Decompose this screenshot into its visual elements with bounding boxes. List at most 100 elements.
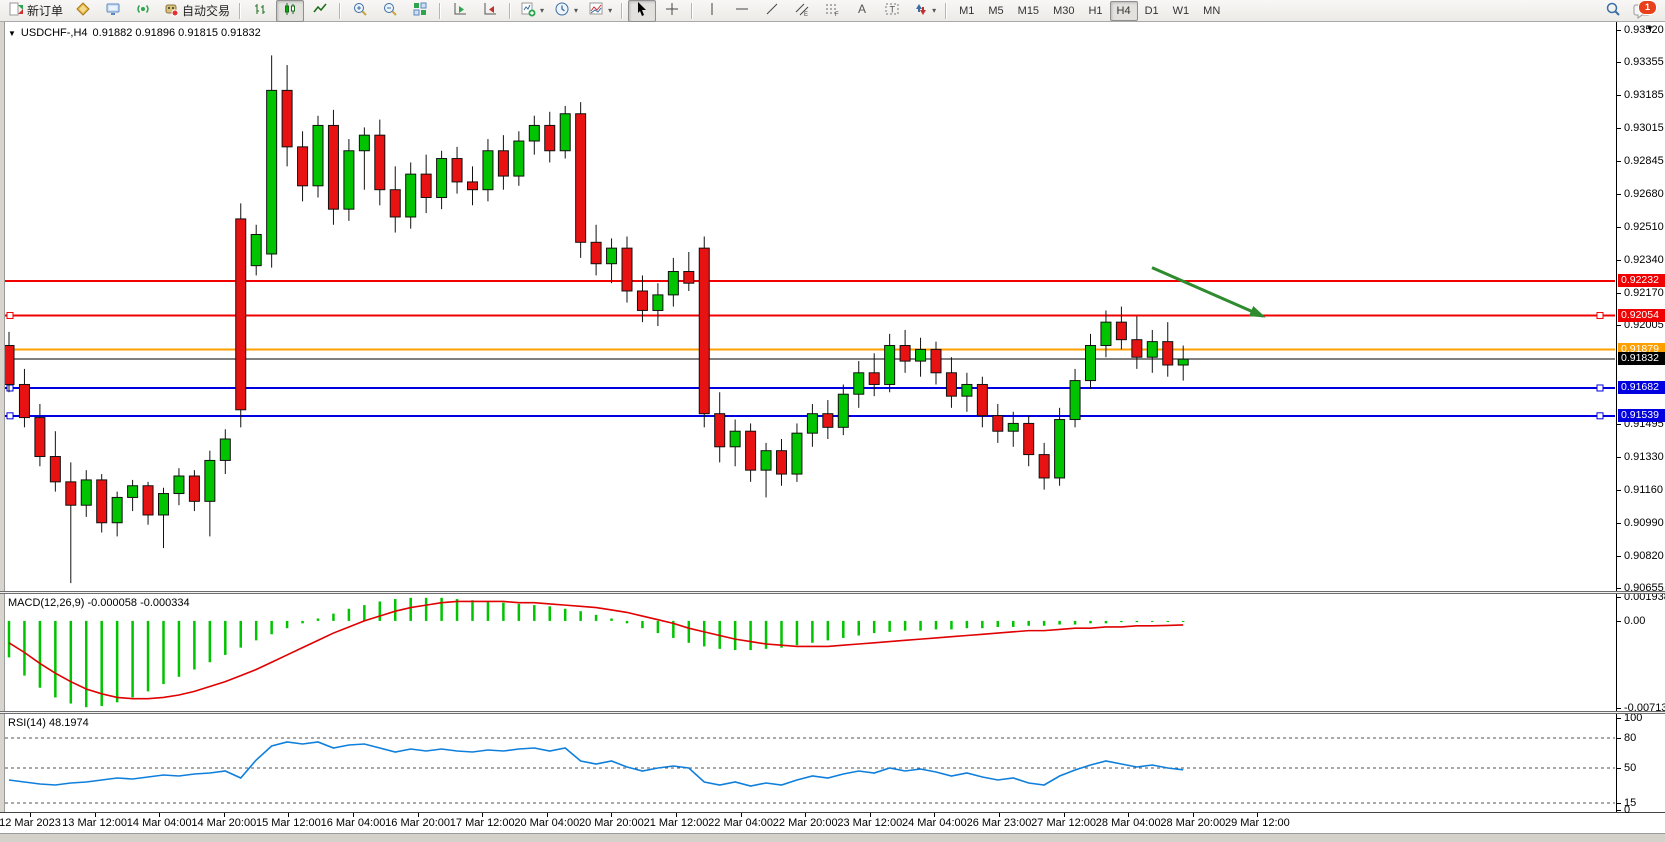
search-button[interactable]: [1599, 0, 1627, 22]
time-label: 13 Mar 12:00: [62, 817, 127, 829]
channel-tool-button[interactable]: E: [788, 0, 816, 22]
timeframe-button-m1[interactable]: M1: [952, 1, 981, 21]
line-chart-icon: [312, 1, 328, 20]
timeframe-group: M1M5M15M30H1H4D1W1MN: [952, 1, 1227, 21]
collapse-triangle-icon[interactable]: ▼: [8, 29, 16, 38]
signal-icon: [135, 1, 151, 20]
macd-axis-tick: 0.00: [1617, 615, 1665, 627]
market-watch-button[interactable]: [69, 0, 97, 22]
new-order-label: 新订单: [27, 2, 63, 19]
vertical-line-tool-button[interactable]: [698, 0, 726, 22]
panel-splitter[interactable]: [0, 591, 1665, 594]
chevron-down-icon: ▾: [540, 6, 544, 15]
timeframe-button-m15[interactable]: M15: [1011, 1, 1046, 21]
trend-arrow: [1152, 268, 1263, 317]
line-endpoint-marker: [1597, 385, 1603, 391]
text-icon: A: [854, 1, 870, 20]
terminal-icon: [105, 1, 121, 20]
toolbar-separator: [945, 3, 947, 19]
panel-splitter[interactable]: [0, 711, 1665, 714]
main-toolbar: 新订单 自动交易: [0, 0, 1665, 22]
search-icon: [1605, 1, 1621, 20]
periods-button[interactable]: ▾: [550, 0, 582, 22]
zoom-in-button[interactable]: [346, 0, 374, 22]
chart-shift-button[interactable]: [476, 0, 504, 22]
price-tick: 0.90990: [1617, 517, 1665, 529]
trendline-icon: [764, 1, 780, 20]
price-tick: 0.93520: [1617, 24, 1665, 36]
zoom-out-button[interactable]: [376, 0, 404, 22]
price-tick: 0.93015: [1617, 122, 1665, 134]
tile-windows-icon: [412, 1, 428, 20]
signals-button[interactable]: [129, 0, 157, 22]
price-tick: 0.91160: [1617, 484, 1665, 496]
price-line-label[interactable]: 0.91832: [1618, 352, 1665, 365]
time-label: 27 Mar 12:00: [1031, 817, 1096, 829]
notification-badge: 1: [1638, 0, 1657, 15]
price-tick: 0.93355: [1617, 56, 1665, 68]
svg-text:T: T: [890, 5, 896, 15]
timeframe-button-mn[interactable]: MN: [1196, 1, 1227, 21]
clock-icon: [554, 1, 570, 20]
timeframe-button-w1[interactable]: W1: [1166, 1, 1197, 21]
candles: [5, 55, 1188, 583]
price-line-label[interactable]: 0.92232: [1618, 274, 1665, 287]
zoom-in-icon: [352, 1, 368, 20]
toolbar-right-group: 1: [1599, 0, 1661, 22]
price-line-label[interactable]: 0.91682: [1618, 381, 1665, 394]
svg-text:E: E: [804, 12, 808, 17]
zoom-out-icon: [382, 1, 398, 20]
toolbar-separator: [509, 3, 511, 19]
text-tool-button[interactable]: A: [848, 0, 876, 22]
trendline-tool-button[interactable]: [758, 0, 786, 22]
cursor-icon: [634, 1, 650, 20]
svg-text:A: A: [858, 2, 866, 16]
label-tool-button[interactable]: T: [878, 0, 906, 22]
arrows-tool-button[interactable]: ▾: [908, 0, 940, 22]
timeframe-button-d1[interactable]: D1: [1138, 1, 1166, 21]
vertical-line-icon: [704, 1, 720, 20]
notifications-button[interactable]: 1: [1633, 1, 1655, 21]
rsi-axis-tick: 80: [1617, 732, 1665, 744]
bar-chart-mode-button[interactable]: [246, 0, 274, 22]
main-chart-canvas[interactable]: [5, 22, 1615, 591]
time-label: 29 Mar 12:00: [1225, 817, 1290, 829]
price-axis[interactable]: 0.935200.933550.931850.930150.928450.926…: [1616, 22, 1665, 812]
rsi-indicator-label: RSI(14) 48.1974: [8, 717, 89, 729]
cursor-tool-button[interactable]: [628, 0, 656, 22]
new-order-button[interactable]: 新订单: [4, 0, 67, 22]
line-chart-mode-button[interactable]: [306, 0, 334, 22]
time-label: 28 Mar 04:00: [1096, 817, 1161, 829]
price-line-label[interactable]: 0.91539: [1618, 409, 1665, 422]
rsi-canvas[interactable]: [5, 714, 1615, 812]
crosshair-icon: [664, 1, 680, 20]
macd-canvas[interactable]: [5, 594, 1615, 711]
fibonacci-tool-button[interactable]: F: [818, 0, 846, 22]
time-label: 14 Mar 04:00: [127, 817, 192, 829]
timeframe-button-m5[interactable]: M5: [981, 1, 1010, 21]
terminal-button[interactable]: [99, 0, 127, 22]
auto-trading-robot-icon: [163, 1, 179, 20]
auto-scroll-icon: [452, 1, 468, 20]
time-label: 14 Mar 20:00: [191, 817, 256, 829]
timeframe-button-h4[interactable]: H4: [1110, 1, 1138, 21]
time-label: 17 Mar 12:00: [450, 817, 515, 829]
crosshair-tool-button[interactable]: [658, 0, 686, 22]
price-tick: 0.90820: [1617, 550, 1665, 562]
templates-button[interactable]: ▾: [584, 0, 616, 22]
timeframe-button-h1[interactable]: H1: [1081, 1, 1109, 21]
horizontal-line-tool-button[interactable]: [728, 0, 756, 22]
trend-arrow-head: [1249, 306, 1266, 317]
auto-trading-button[interactable]: 自动交易: [159, 0, 234, 22]
time-label: 28 Mar 20:00: [1160, 817, 1225, 829]
timeframe-button-m30[interactable]: M30: [1046, 1, 1081, 21]
window-frame-bottom: [0, 833, 1665, 842]
tile-windows-button[interactable]: [406, 0, 434, 22]
auto-scroll-button[interactable]: [446, 0, 474, 22]
price-line-label[interactable]: 0.92054: [1618, 309, 1665, 322]
mt4-terminal-window: { "toolbar": { "new_order_label": "新订单",…: [0, 0, 1665, 842]
candlestick-mode-button[interactable]: [276, 0, 304, 22]
new-chart-button[interactable]: ▾: [516, 0, 548, 22]
time-axis[interactable]: 12 Mar 202313 Mar 12:0014 Mar 04:0014 Ma…: [0, 813, 1665, 833]
rsi-axis-tick: 0: [1617, 804, 1665, 816]
